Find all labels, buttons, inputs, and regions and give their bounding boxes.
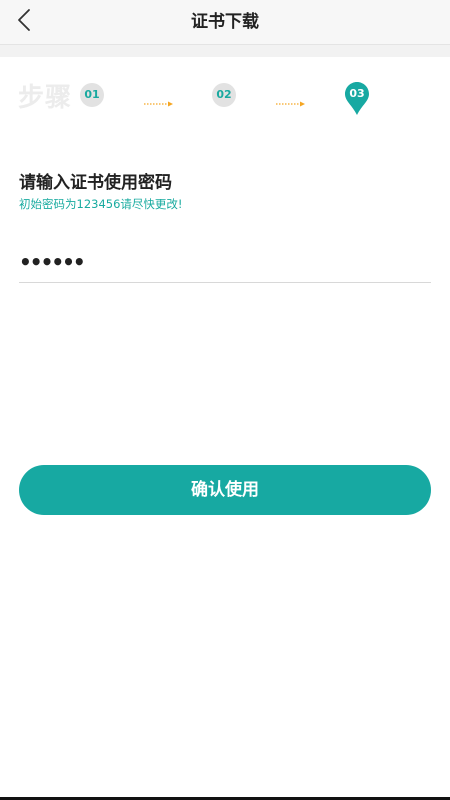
dotted-arrow-icon bbox=[144, 92, 174, 107]
nav-bar: 证书下载 bbox=[0, 0, 450, 45]
step-2: 02 bbox=[212, 83, 236, 107]
confirm-use-button[interactable]: 确认使用 bbox=[19, 465, 431, 515]
password-input[interactable]: •••••• bbox=[19, 246, 431, 283]
header-divider bbox=[0, 45, 450, 57]
step-3-label: 03 bbox=[349, 87, 365, 100]
password-value: •••••• bbox=[19, 250, 86, 274]
step-indicator: 步骤 01 02 03 bbox=[0, 70, 450, 120]
page-title: 证书下载 bbox=[191, 12, 259, 32]
password-hint: 初始密码为123456请尽快更改! bbox=[19, 197, 183, 211]
step-3-active: 03 bbox=[344, 81, 370, 117]
steps-label: 步骤 bbox=[18, 83, 73, 113]
step-1: 01 bbox=[80, 83, 104, 107]
password-prompt-title: 请输入证书使用密码 bbox=[19, 173, 172, 193]
certificate-download-screen: 证书下载 步骤 01 02 03 请输入证书使用密码 初始密码为123456请尽… bbox=[0, 0, 450, 800]
dotted-arrow-icon bbox=[276, 92, 306, 107]
